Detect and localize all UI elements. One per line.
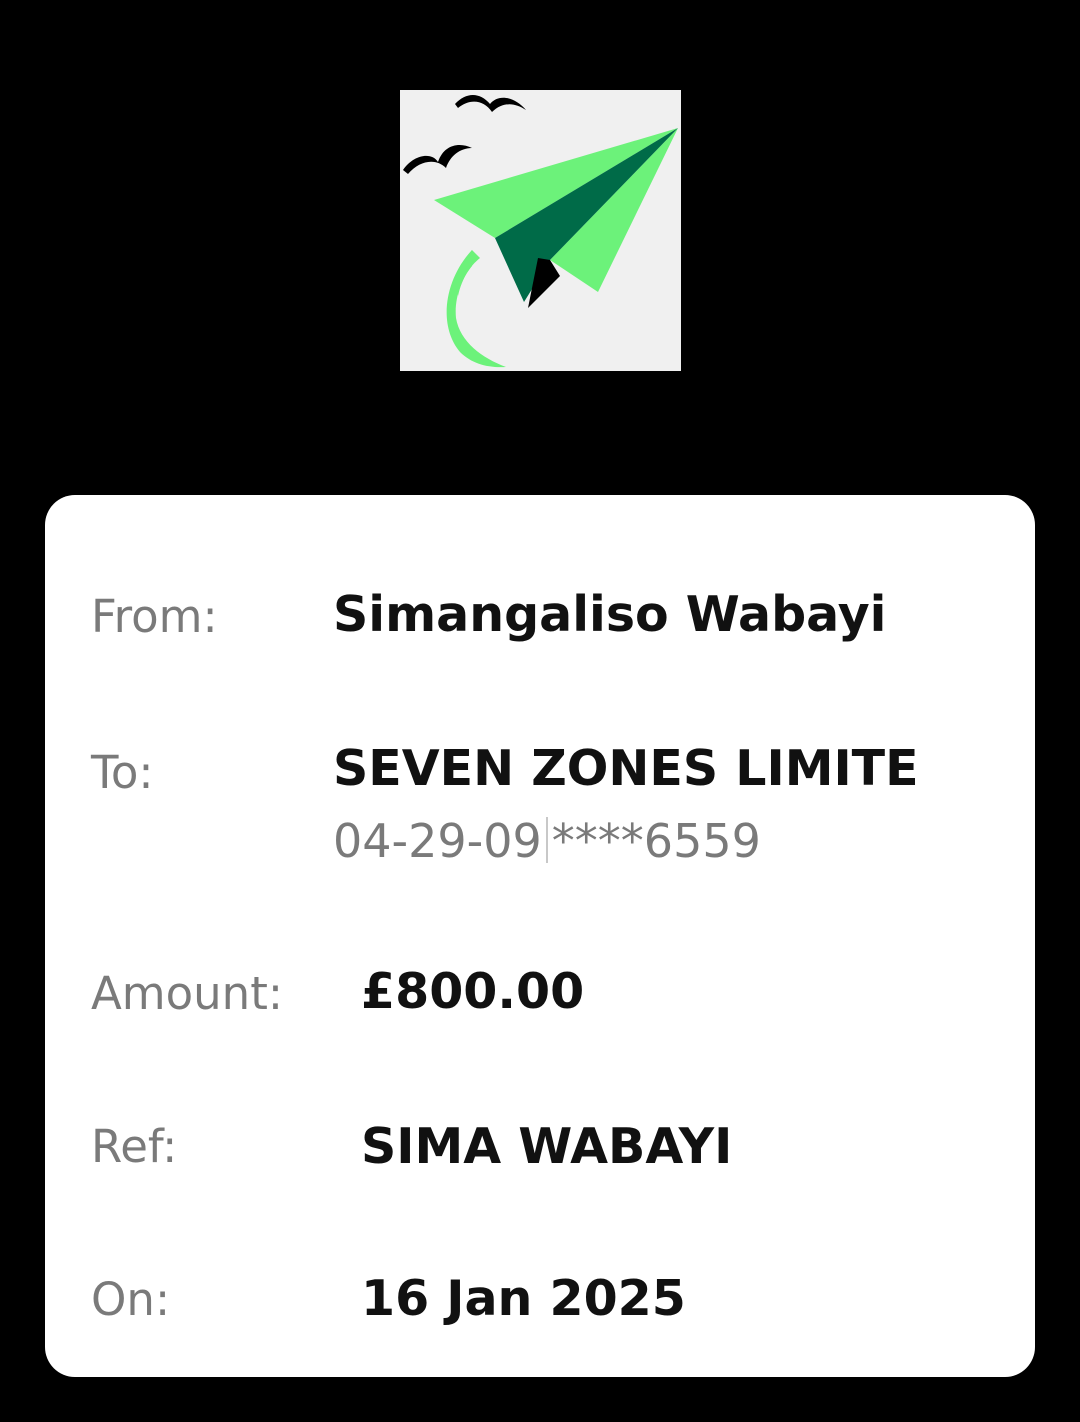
to-value: SEVEN ZONES LIMITE bbox=[333, 740, 919, 797]
sort-code: 04-29-09 bbox=[333, 814, 542, 868]
paper-plane-with-birds-icon bbox=[403, 95, 678, 368]
amount-value: £800.00 bbox=[361, 963, 585, 1020]
account-number-masked: ****6559 bbox=[551, 814, 761, 868]
separator bbox=[545, 817, 548, 863]
ref-value: SIMA WABAYI bbox=[361, 1118, 733, 1175]
on-value: 16 Jan 2025 bbox=[361, 1270, 686, 1327]
ref-label: Ref: bbox=[91, 1120, 178, 1173]
on-label: On: bbox=[91, 1273, 171, 1326]
transaction-receipt-card: From: Simangaliso Wabayi To: SEVEN ZONES… bbox=[45, 495, 1035, 1377]
app-logo bbox=[400, 90, 681, 371]
from-value: Simangaliso Wabayi bbox=[333, 586, 887, 643]
amount-label: Amount: bbox=[91, 967, 283, 1020]
from-label: From: bbox=[91, 590, 218, 643]
to-label: To: bbox=[91, 746, 154, 799]
account-details: 04-29-09 ****6559 bbox=[333, 813, 761, 869]
